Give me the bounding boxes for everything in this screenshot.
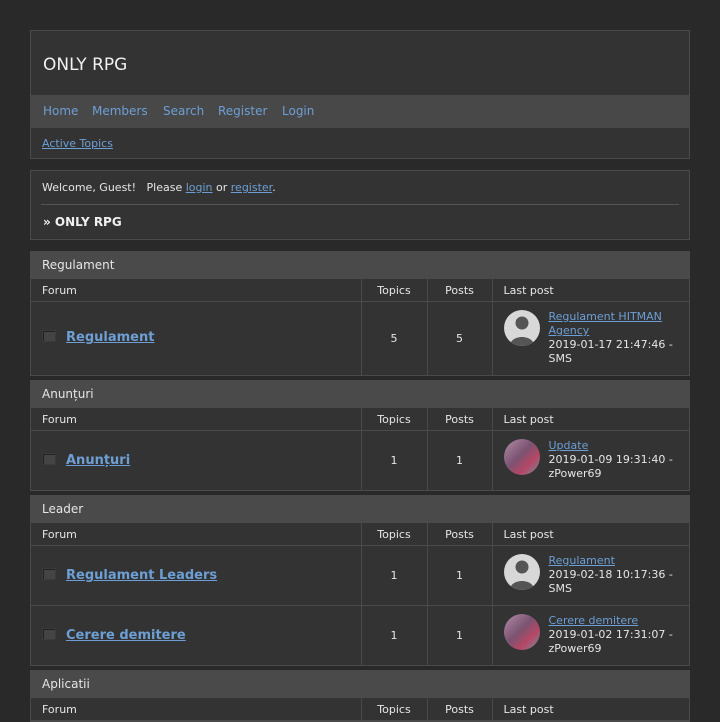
forum-status-icon	[42, 330, 56, 342]
category-leader: Leader Forum Topics Posts Last post Regu…	[30, 495, 690, 666]
last-post-link[interactable]: Cerere demitere	[549, 614, 677, 628]
category-title: Regulament	[31, 252, 689, 279]
breadcrumb: » ONLY RPG	[43, 215, 122, 229]
posts-count: 5	[427, 301, 493, 375]
user-avatar-icon[interactable]	[503, 614, 540, 650]
login-link[interactable]: login	[186, 181, 213, 194]
last-post-info: Regulament HITMAN Agency 2019-01-17 21:4…	[549, 310, 677, 366]
column-forum: Forum	[31, 698, 362, 721]
forum-cell: Regulament	[31, 301, 362, 375]
last-post-info: Regulament 2019-02-18 10:17:36 - SMS	[549, 554, 677, 596]
welcome-suffix: .	[272, 181, 276, 194]
category-anunturi: Anunțuri Forum Topics Posts Last post An…	[30, 380, 690, 491]
topics-count: 1	[361, 430, 428, 490]
table-row: Regulament 5 5 Regulament HITMAN Agency …	[31, 301, 689, 375]
column-forum: Forum	[31, 279, 362, 302]
forum-cell: Anunțuri	[31, 430, 362, 490]
column-posts: Posts	[427, 279, 493, 302]
last-post-cell: Regulament HITMAN Agency 2019-01-17 21:4…	[492, 301, 689, 375]
forum-table: Forum Topics Posts Last post Regulament …	[31, 279, 689, 375]
column-topics: Topics	[361, 408, 428, 431]
default-avatar-icon[interactable]	[503, 554, 540, 590]
last-post-link[interactable]: Regulament HITMAN Agency	[549, 310, 677, 338]
column-last-post: Last post	[492, 523, 689, 546]
column-last-post: Last post	[492, 279, 689, 302]
table-row: Regulament Leaders 1 1 Regulament 2019-0…	[31, 545, 689, 606]
forum-link[interactable]: Anunțuri	[66, 453, 130, 468]
category-regulament: Regulament Forum Topics Posts Last post …	[30, 251, 690, 376]
forum-table: Forum Topics Posts Last post	[31, 698, 689, 721]
welcome-box: Welcome, Guest! Please login or register…	[30, 170, 690, 240]
column-topics: Topics	[361, 279, 428, 302]
column-topics: Topics	[361, 523, 428, 546]
last-post-cell: Regulament 2019-02-18 10:17:36 - SMS	[492, 545, 689, 606]
category-aplicatii: Aplicatii Forum Topics Posts Last post	[30, 670, 690, 722]
forum-cell: Cerere demitere	[31, 605, 362, 665]
welcome-message: Welcome, Guest! Please login or register…	[42, 181, 276, 194]
table-row: Anunțuri 1 1 Update 2019-01-09 19:31:40 …	[31, 430, 689, 490]
last-post-info: Cerere demitere 2019-01-02 17:31:07 - zP…	[549, 614, 677, 656]
nav-register-link[interactable]: Register	[218, 104, 267, 118]
column-forum: Forum	[31, 523, 362, 546]
category-title: Anunțuri	[31, 381, 689, 408]
last-post-meta: 2019-01-02 17:31:07 - zPower69	[548, 628, 673, 655]
column-last-post: Last post	[492, 408, 689, 431]
column-last-post: Last post	[492, 698, 689, 721]
forum-link[interactable]: Regulament	[66, 330, 154, 345]
active-topics-link[interactable]: Active Topics	[42, 137, 113, 150]
topics-count: 1	[361, 545, 428, 606]
column-posts: Posts	[427, 523, 493, 546]
column-topics: Topics	[361, 698, 428, 721]
column-posts: Posts	[427, 698, 493, 721]
category-title: Aplicatii	[31, 671, 689, 698]
last-post-meta: 2019-01-17 21:47:46 - SMS	[548, 338, 673, 365]
table-row: Cerere demitere 1 1 Cerere demitere 2019…	[31, 605, 689, 665]
nav-bar: Home Members Search Register Login	[31, 95, 689, 128]
forum-status-icon	[42, 628, 56, 640]
site-title: ONLY RPG	[43, 55, 128, 75]
column-forum: Forum	[31, 408, 362, 431]
nav-login-link[interactable]: Login	[282, 104, 314, 118]
welcome-prefix: Welcome, Guest! Please	[42, 181, 186, 194]
last-post-cell: Update 2019-01-09 19:31:40 - zPower69	[492, 430, 689, 490]
last-post-link[interactable]: Regulament	[549, 554, 677, 568]
last-post-meta: 2019-02-18 10:17:36 - SMS	[548, 568, 673, 595]
posts-count: 1	[427, 545, 493, 606]
column-posts: Posts	[427, 408, 493, 431]
posts-count: 1	[427, 430, 493, 490]
last-post-info: Update 2019-01-09 19:31:40 - zPower69	[549, 439, 677, 481]
forum-status-icon	[42, 453, 56, 465]
last-post-meta: 2019-01-09 19:31:40 - zPower69	[548, 453, 673, 480]
forum-table: Forum Topics Posts Last post Anunțuri 1 …	[31, 408, 689, 490]
last-post-cell: Cerere demitere 2019-01-02 17:31:07 - zP…	[492, 605, 689, 665]
nav-search-link[interactable]: Search	[163, 104, 204, 118]
forum-link[interactable]: Regulament Leaders	[66, 568, 217, 583]
register-link[interactable]: register	[231, 181, 272, 194]
category-title: Leader	[31, 496, 689, 523]
last-post-link[interactable]: Update	[549, 439, 677, 453]
forum-header: ONLY RPG Home Members Search Register Lo…	[30, 30, 690, 159]
posts-count: 1	[427, 605, 493, 665]
user-avatar-icon[interactable]	[503, 439, 540, 475]
welcome-or: or	[212, 181, 231, 194]
forum-link[interactable]: Cerere demitere	[66, 628, 186, 643]
default-avatar-icon[interactable]	[503, 310, 540, 346]
forum-table: Forum Topics Posts Last post Regulament …	[31, 523, 689, 665]
topics-count: 5	[361, 301, 428, 375]
forum-cell: Regulament Leaders	[31, 545, 362, 606]
topics-count: 1	[361, 605, 428, 665]
forum-status-icon	[42, 568, 56, 580]
nav-members-link[interactable]: Members	[92, 104, 148, 118]
divider	[41, 204, 679, 205]
nav-home-link[interactable]: Home	[43, 104, 78, 118]
